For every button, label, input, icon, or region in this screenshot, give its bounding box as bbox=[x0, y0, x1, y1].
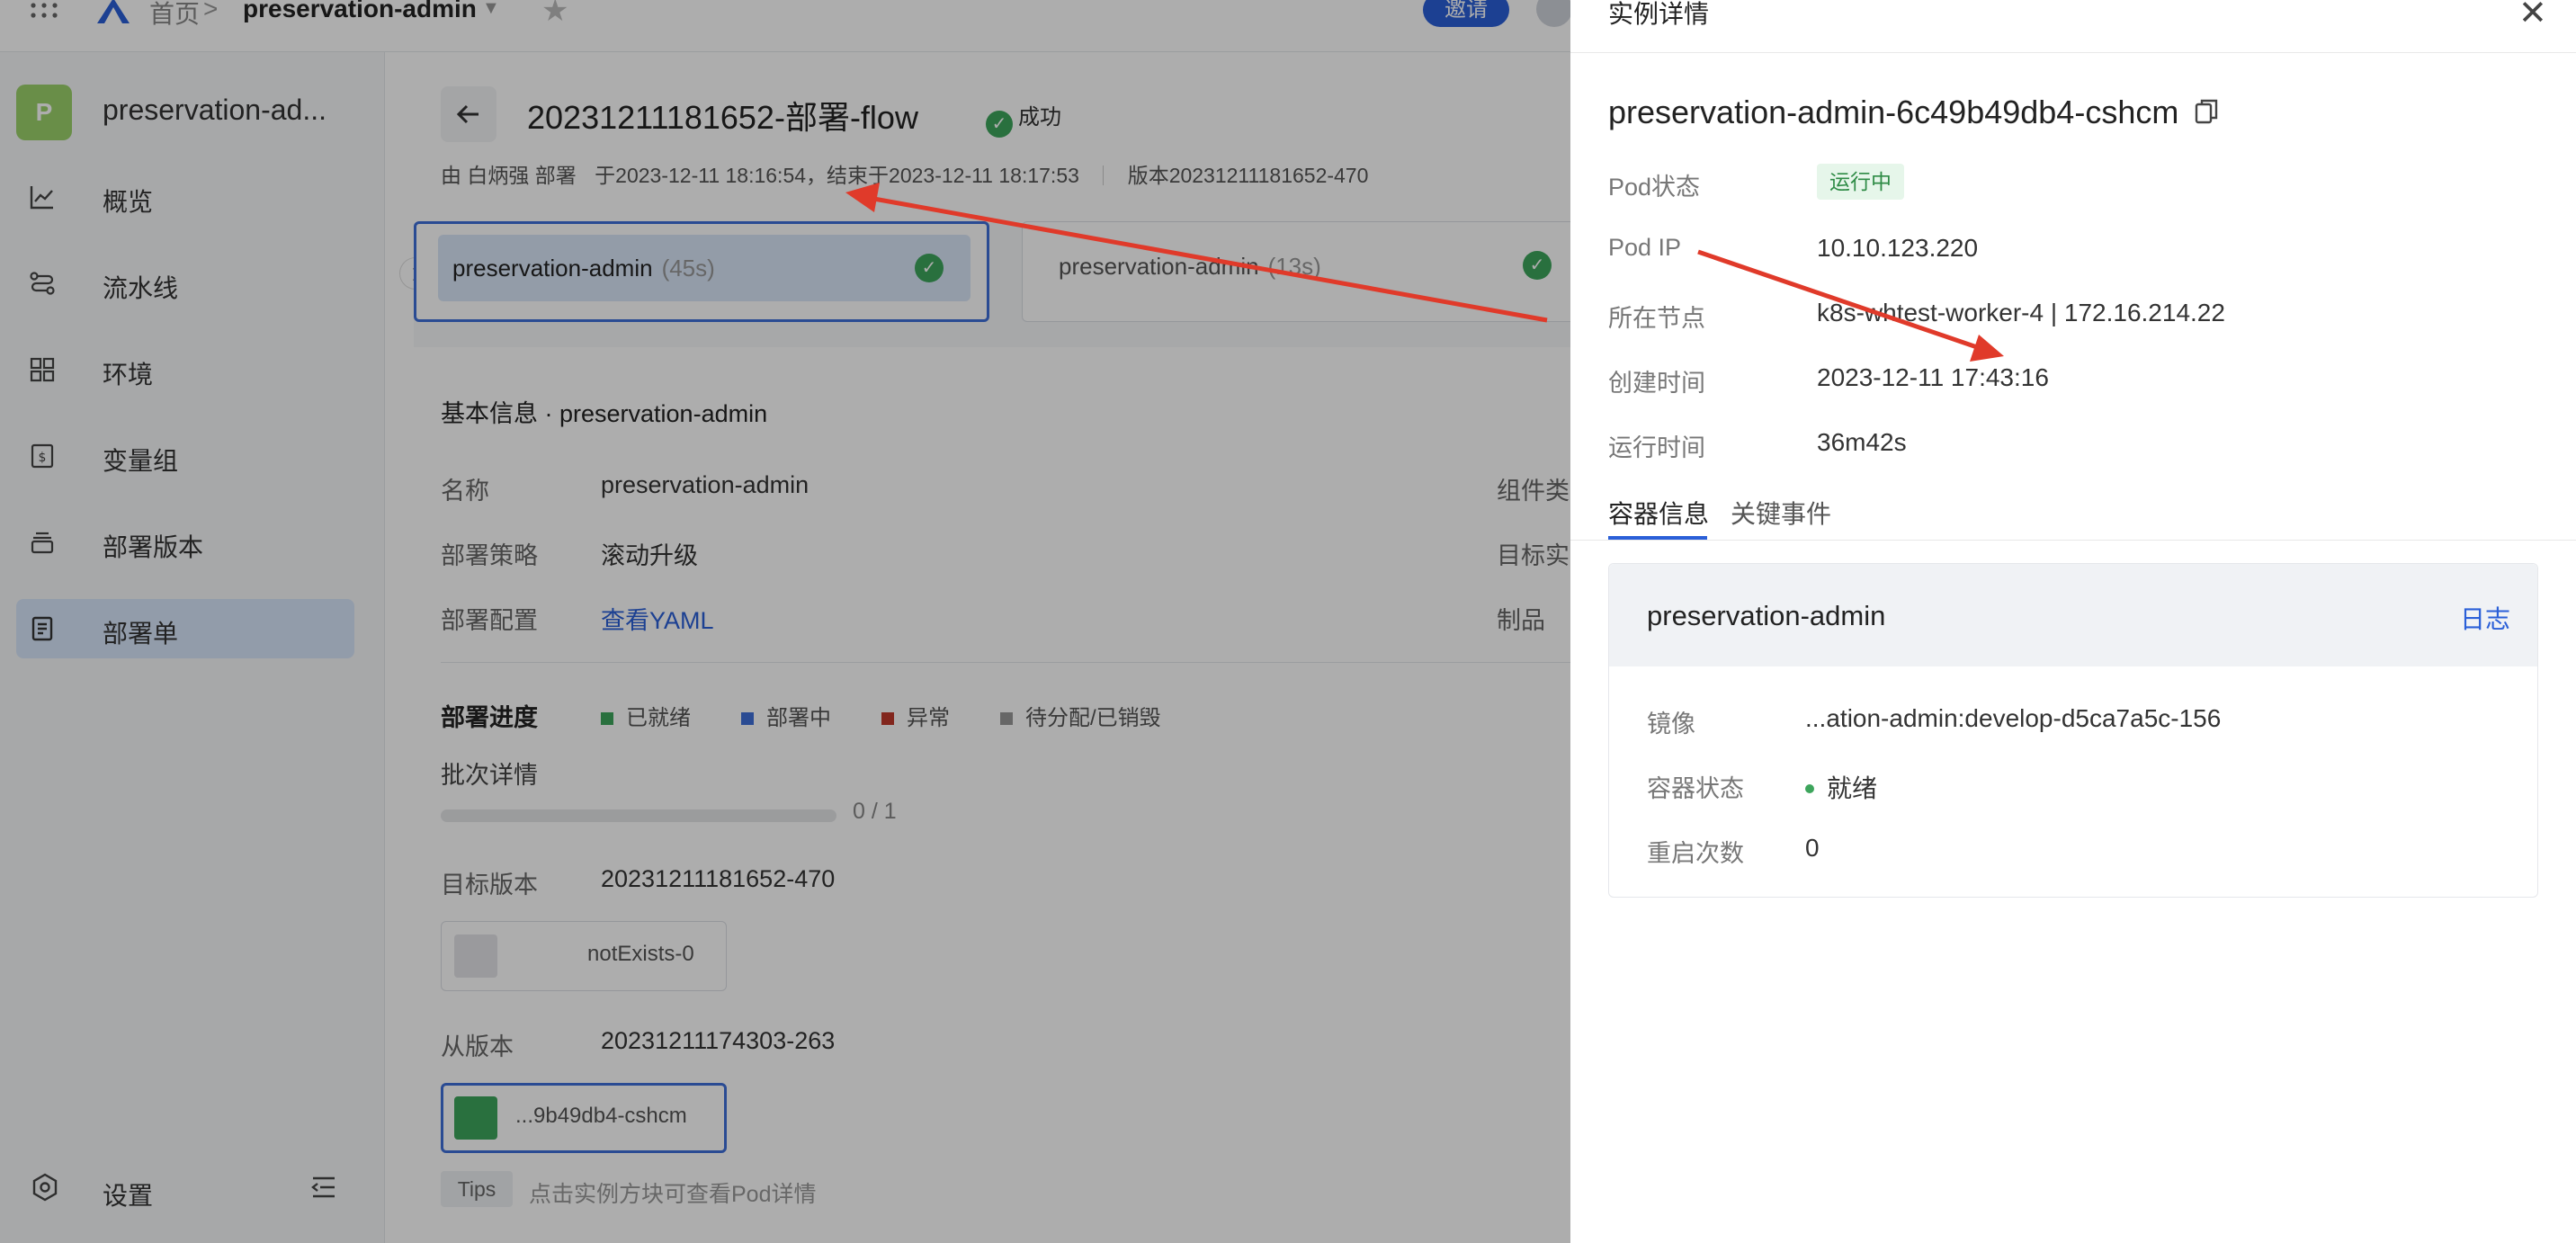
drawer-title: 实例详情 bbox=[1608, 0, 1710, 28]
close-icon[interactable]: ✕ bbox=[2518, 0, 2547, 33]
restart-count-label: 重启次数 bbox=[1647, 840, 1744, 867]
pod-status-badge: 运行中 bbox=[1817, 164, 1904, 200]
pod-ip-label: Pod IP bbox=[1608, 234, 1682, 261]
modal-mask[interactable] bbox=[0, 0, 1570, 1243]
container-name: preservation-admin bbox=[1647, 600, 1886, 631]
copy-icon[interactable] bbox=[2195, 98, 2218, 125]
pod-name-text: preservation-admin-6c49b49db4-cshcm bbox=[1608, 94, 2179, 130]
container-status-label: 容器状态 bbox=[1647, 775, 1744, 802]
restart-count-value: 0 bbox=[1805, 834, 1820, 862]
status-dot-icon bbox=[1805, 784, 1814, 793]
runtime-label: 运行时间 bbox=[1608, 434, 1705, 461]
pod-name-heading: preservation-admin-6c49b49db4-cshcm bbox=[1608, 94, 2218, 131]
node-label: 所在节点 bbox=[1608, 305, 1705, 332]
tab-container-info[interactable]: 容器信息 bbox=[1608, 495, 1709, 531]
image-value: ...ation-admin:develop-d5ca7a5c-156 bbox=[1805, 704, 2222, 732]
pod-ip-value: 10.10.123.220 bbox=[1817, 234, 1979, 262]
image-label: 镜像 bbox=[1647, 711, 1695, 738]
container-card-header: preservation-admin 日志 bbox=[1609, 564, 2537, 666]
created-time-label: 创建时间 bbox=[1608, 370, 1705, 397]
runtime-value: 36m42s bbox=[1817, 428, 1907, 456]
app-root: 首页 > preservation-admin ▼ ★ 邀请 P preserv… bbox=[0, 0, 2576, 1243]
drawer-divider bbox=[1570, 52, 2576, 53]
tab-key-events[interactable]: 关键事件 bbox=[1731, 495, 1831, 531]
log-link[interactable]: 日志 bbox=[2460, 600, 2510, 636]
instance-detail-drawer: 实例详情 ✕ preservation-admin-6c49b49db4-csh… bbox=[1570, 0, 2576, 1243]
node-value: k8s-whtest-worker-4 | 172.16.214.22 bbox=[1817, 299, 2225, 326]
container-status-value: 就绪 bbox=[1805, 769, 1877, 805]
created-time-value: 2023-12-11 17:43:16 bbox=[1817, 363, 2049, 391]
pod-status-label: Pod状态 bbox=[1608, 174, 1701, 201]
tabs-divider bbox=[1570, 540, 2576, 541]
container-card: preservation-admin 日志 镜像 ...ation-admin:… bbox=[1608, 563, 2538, 898]
